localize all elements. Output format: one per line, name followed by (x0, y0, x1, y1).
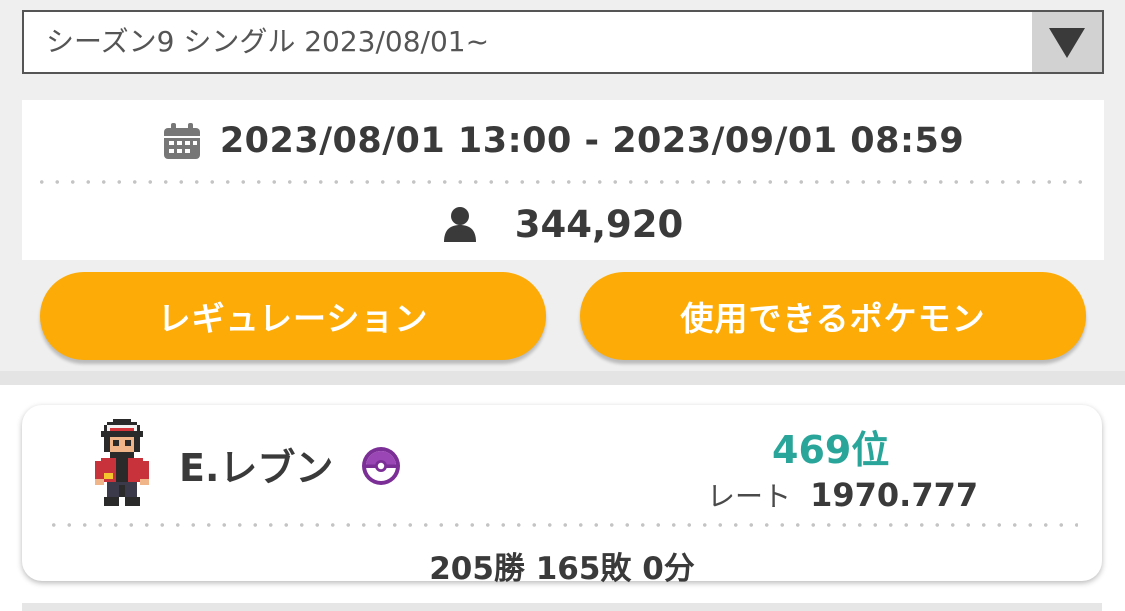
person-icon (443, 207, 476, 242)
usable-pokemon-button[interactable]: 使用できるポケモン (580, 272, 1086, 360)
rate-value: 1970.777 (810, 476, 979, 514)
player-rate: レート 1970.777 (707, 475, 978, 515)
dotted-divider (46, 523, 1078, 527)
caret-down-icon (1049, 28, 1085, 58)
season-info-card: 2023/08/01 13:00 - 2023/09/01 08:59 344,… (22, 100, 1104, 260)
player-name: E.レブン (179, 446, 334, 490)
season-period-row: 2023/08/01 13:00 - 2023/09/01 08:59 (22, 100, 1104, 182)
calendar-icon (163, 123, 200, 159)
trainer-avatar (95, 419, 149, 506)
season-select[interactable]: シーズン9 シングル 2023/08/01~ (22, 10, 1104, 74)
season-period: 2023/08/01 13:00 - 2023/09/01 08:59 (219, 121, 965, 161)
season-select-arrow[interactable] (1032, 12, 1102, 72)
section-divider (0, 371, 1125, 385)
master-ball-icon (362, 447, 400, 485)
next-card-edge (22, 603, 1102, 611)
rate-label: レート (707, 480, 792, 513)
player-ranking-card[interactable]: E.レブン 469位 レート 1970.777 205勝 165敗 0分 (22, 405, 1102, 587)
player-record: 205勝 165敗 0分 (429, 551, 695, 587)
regulation-button[interactable]: レギュレーション (40, 272, 546, 360)
season-select-value: シーズン9 シングル 2023/08/01~ (46, 25, 490, 58)
player-count-row: 344,920 (22, 188, 1104, 260)
dotted-divider (34, 180, 1092, 184)
player-count: 344,920 (514, 202, 684, 246)
player-rank: 469位 (772, 428, 890, 472)
